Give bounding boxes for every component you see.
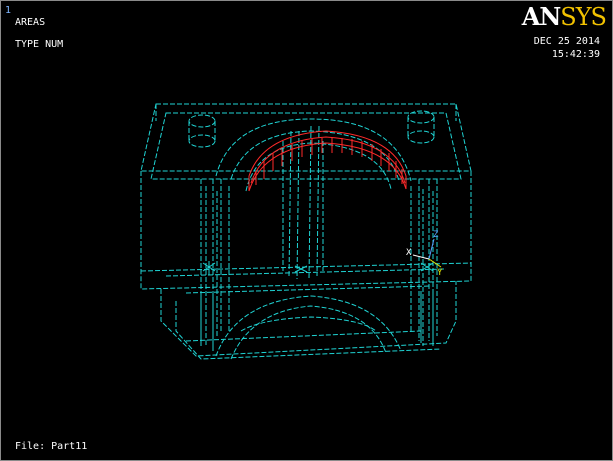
- selected-area-mesh[interactable]: [248, 130, 407, 192]
- wireframe-geometry: [140, 103, 472, 360]
- triad-x-label: X: [406, 248, 412, 258]
- graphics-viewport[interactable]: 1 AREAS TYPE NUM ANSYS DEC 25 2014 15:42…: [0, 0, 613, 461]
- keypoint-markers: [202, 261, 434, 275]
- triad-y-label: Y: [437, 268, 443, 278]
- triad-z-label: Z: [433, 230, 439, 240]
- file-label: File: Part11: [15, 441, 88, 452]
- model-wireframe[interactable]: Z X Y: [1, 1, 613, 461]
